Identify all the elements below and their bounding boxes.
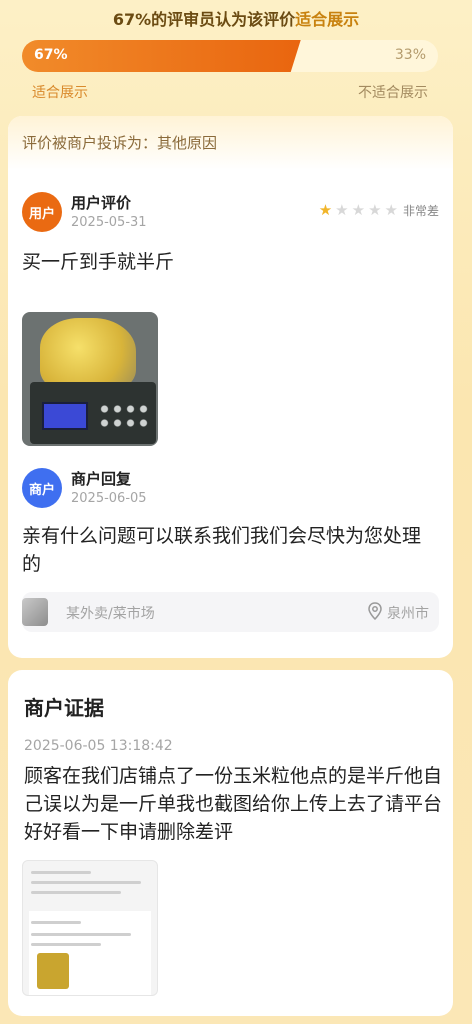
consensus-title-highlight: 适合展示 xyxy=(295,10,360,29)
shop-location-bar[interactable]: 某外卖/菜市场 泉州市 xyxy=(22,592,439,632)
shop-city: 泉州市 xyxy=(387,606,429,622)
evidence-content: 顾客在我们店铺点了一份玉米粒他点的是半斤他自己误以为是一斤单我也截图给你上传上去… xyxy=(24,765,443,843)
star-icon: ★ xyxy=(318,201,333,219)
user-review-section: 用户 用户评价 2025-05-31 ★ ★ ★ ★ ★ 非常差 买一斤到手就半… xyxy=(22,192,439,452)
location-pin-icon xyxy=(368,602,382,620)
rating-text: 非常差 xyxy=(402,204,439,218)
user-review-title: 用户评价 xyxy=(71,194,132,212)
review-card: 评价被商户投诉为：其他原因 用户 用户评价 2025-05-31 ★ ★ ★ ★… xyxy=(8,116,453,658)
consensus-title: 67%的评审员认为该评价适合展示 xyxy=(0,6,472,30)
consensus-title-prefix: 67%的评审员认为该评价 xyxy=(112,10,296,29)
screenshot-line xyxy=(31,921,81,924)
user-review-content: 买一斤到手就半斤 xyxy=(22,251,175,273)
evidence-image[interactable] xyxy=(22,860,158,996)
star-icon: ★ xyxy=(335,201,349,219)
unsuitable-label: 不适合展示 xyxy=(358,85,428,101)
evidence-title: 商户证据 xyxy=(24,696,104,720)
user-review-date: 2025-05-31 xyxy=(71,215,147,230)
review-photo[interactable] xyxy=(22,312,158,446)
merchant-evidence-card: 商户证据 2025-06-05 13:18:42 顾客在我们店铺点了一份玉米粒他… xyxy=(8,670,453,1016)
suitable-label: 适合展示 xyxy=(32,85,88,101)
complaint-reason: 评价被商户投诉为：其他原因 xyxy=(8,116,453,170)
star-rating: ★ ★ ★ ★ ★ 非常差 xyxy=(319,202,439,219)
corn-bag-shape xyxy=(40,318,136,392)
suitable-percent: 67% xyxy=(34,47,68,63)
merchant-reply-title: 商户回复 xyxy=(71,470,132,488)
merchant-reply-section: 商户 商户回复 2025-06-05 亲有什么问题可以联系我们我们会尽快为您处理… xyxy=(22,468,439,638)
vote-progress-bar: 67% 33% xyxy=(22,40,438,72)
star-icon: ★ xyxy=(368,201,382,219)
merchant-reply-date: 2025-06-05 xyxy=(71,491,147,506)
scale-shape xyxy=(30,382,156,444)
user-avatar: 用户 xyxy=(22,192,62,232)
shop-name: 某外卖/菜市场 xyxy=(66,606,155,622)
star-icon: ★ xyxy=(351,201,366,219)
scale-keys xyxy=(98,402,150,430)
vote-labels: 适合展示 不适合展示 xyxy=(32,82,428,102)
scale-display xyxy=(42,402,88,430)
screenshot-line xyxy=(31,871,91,874)
shop-thumbnail xyxy=(22,598,48,626)
screenshot-line xyxy=(31,933,131,936)
screenshot-line xyxy=(31,881,141,884)
unsuitable-percent: 33% xyxy=(394,47,426,63)
merchant-reply-content: 亲有什么问题可以联系我们我们会尽快为您处理的 xyxy=(22,525,422,575)
star-icon: ★ xyxy=(384,201,398,219)
screenshot-photo xyxy=(37,953,69,989)
evidence-timestamp: 2025-06-05 13:18:42 xyxy=(24,738,173,754)
merchant-avatar: 商户 xyxy=(22,468,62,508)
screenshot-line xyxy=(31,891,121,894)
screenshot-line xyxy=(31,943,101,946)
